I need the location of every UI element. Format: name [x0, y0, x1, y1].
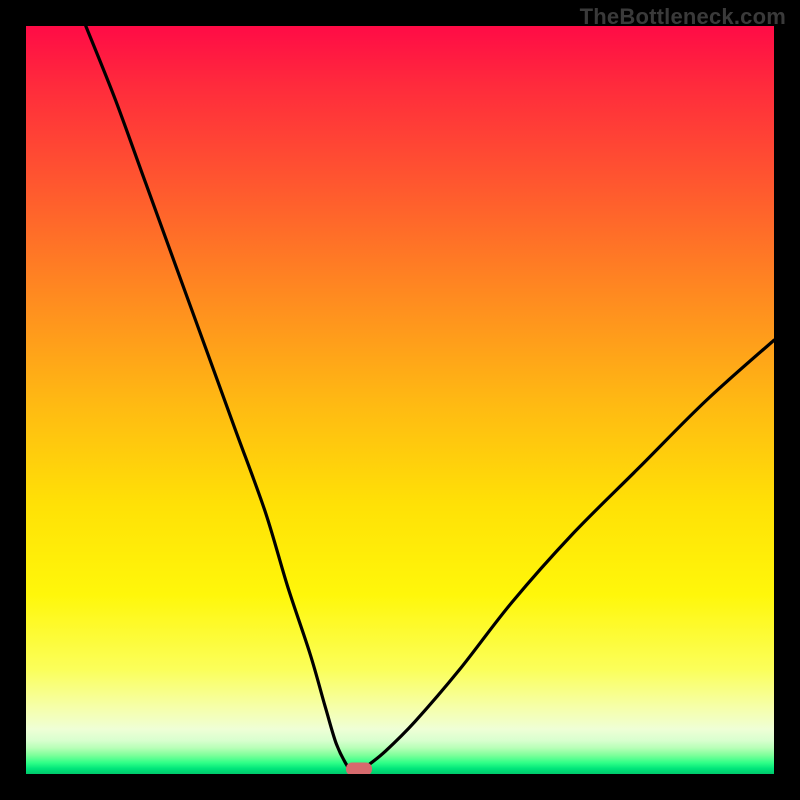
chart-frame: TheBottleneck.com — [0, 0, 800, 800]
watermark-text: TheBottleneck.com — [580, 4, 786, 30]
optimal-point-marker — [346, 762, 372, 774]
plot-area — [26, 26, 774, 774]
bottleneck-curve — [26, 26, 774, 774]
